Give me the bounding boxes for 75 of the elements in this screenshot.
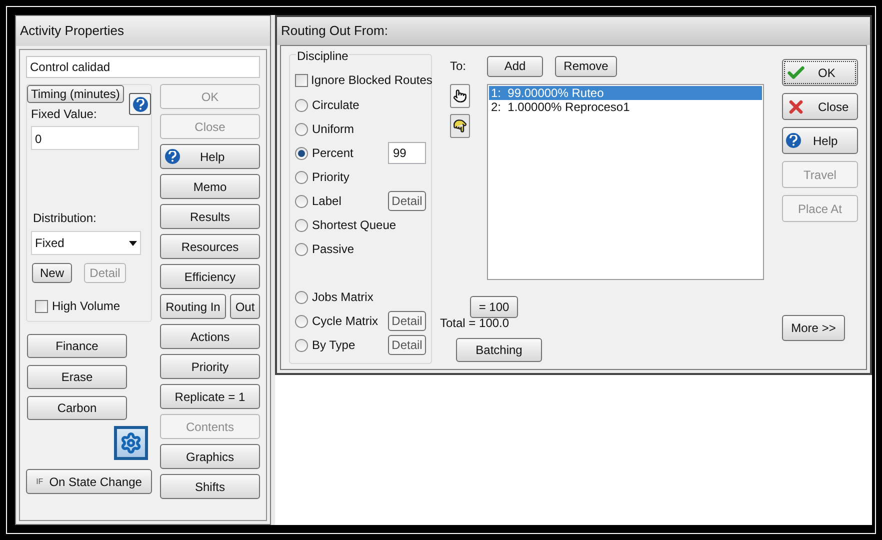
add-button[interactable]: Add xyxy=(487,56,543,76)
side-button[interactable]: Replicate = 1 xyxy=(160,384,260,409)
radio-button[interactable] xyxy=(295,170,308,184)
new-button[interactable]: New xyxy=(32,263,72,283)
hand-down-button[interactable] xyxy=(450,114,470,138)
more-button[interactable]: More >> xyxy=(782,315,845,341)
side-button[interactable]: Results xyxy=(160,204,260,229)
option-label: Priority xyxy=(312,169,350,186)
dialog-button[interactable]: OK xyxy=(782,59,858,86)
side-button[interactable]: Graphics xyxy=(160,444,260,469)
dialog-button[interactable]: Close xyxy=(782,93,858,120)
radio-button[interactable] xyxy=(295,242,308,256)
help-icon xyxy=(165,149,180,164)
radio-button[interactable] xyxy=(295,146,308,160)
percent-field[interactable]: 99 xyxy=(388,142,426,164)
radio-button[interactable] xyxy=(295,194,308,208)
option-label: Circulate xyxy=(312,97,360,114)
on-state-change-button[interactable]: IF On State Change xyxy=(26,469,152,494)
side-button[interactable]: Resources xyxy=(160,234,260,259)
option-label: By Type xyxy=(312,337,356,354)
window-title: Activity Properties xyxy=(16,16,270,46)
checkbox[interactable] xyxy=(35,300,48,312)
detail-button[interactable]: Detail xyxy=(388,191,426,211)
dropdown-arrow-icon xyxy=(129,240,137,246)
routing-out-button[interactable]: Out xyxy=(230,294,260,319)
routing-in-button[interactable]: Routing In xyxy=(160,294,226,319)
action-button[interactable]: Erase xyxy=(27,365,127,389)
distribution-select[interactable]: Fixed xyxy=(31,231,141,255)
radio-button[interactable] xyxy=(295,338,308,352)
destination-item[interactable]: 2: 1.00000% Reproceso1 xyxy=(489,100,762,114)
action-button[interactable]: Finance xyxy=(27,334,127,358)
detail-button[interactable]: Detail xyxy=(388,335,426,355)
help-button[interactable]: Help xyxy=(160,144,260,169)
side-button[interactable]: Actions xyxy=(160,324,260,349)
checkbox[interactable] xyxy=(295,74,308,86)
option-label: Passive xyxy=(312,241,356,258)
radio-button[interactable] xyxy=(295,218,308,232)
destination-item[interactable]: 1: 99.00000% Ruteo xyxy=(489,86,762,100)
hand-up-button[interactable] xyxy=(450,84,470,108)
remove-button[interactable]: Remove xyxy=(555,56,617,76)
timing-button[interactable]: Timing (minutes) xyxy=(27,85,124,103)
option-label: Percent xyxy=(312,145,354,162)
radio-button[interactable] xyxy=(295,290,308,304)
high-volume-label: High Volume xyxy=(52,298,120,315)
hand-pointer-icon xyxy=(453,119,467,133)
activity-name-field[interactable]: Control calidad xyxy=(26,56,260,78)
dialog-button[interactable]: Help xyxy=(782,127,858,154)
equals-100-button[interactable]: = 100 xyxy=(470,296,518,318)
dialog-title: Routing Out From: xyxy=(277,17,870,45)
batching-button[interactable]: Batching xyxy=(456,338,542,362)
side-button[interactable]: Priority xyxy=(160,354,260,379)
help-icon xyxy=(786,133,801,148)
detail-button[interactable]: Detail xyxy=(388,311,426,331)
hand-pointer-icon xyxy=(453,89,467,103)
gear-icon[interactable] xyxy=(114,426,148,460)
radio-button[interactable] xyxy=(295,314,308,328)
radio-button[interactable] xyxy=(295,98,308,112)
option-label: Uniform xyxy=(312,121,356,138)
fixed-value-label: Fixed Value: xyxy=(31,106,98,123)
option-label: Jobs Matrix xyxy=(312,289,374,306)
option-label: Shortest Queue xyxy=(312,217,396,234)
fixed-value-field[interactable]: 0 xyxy=(31,126,139,150)
option-label: Label xyxy=(312,193,342,210)
help-icon xyxy=(132,96,148,112)
action-button[interactable]: Carbon xyxy=(27,396,127,420)
side-button[interactable]: Efficiency xyxy=(160,264,260,289)
ignore-blocked-label: Ignore Blocked Routes xyxy=(311,72,432,89)
to-label: To: xyxy=(450,58,468,75)
side-button[interactable]: Memo xyxy=(160,174,260,199)
side-button[interactable]: Shifts xyxy=(160,474,260,499)
timing-help-button[interactable] xyxy=(129,93,151,115)
total-label: Total = 100.0 xyxy=(440,315,510,332)
radio-button[interactable] xyxy=(295,122,308,136)
distribution-label: Distribution: xyxy=(33,210,98,227)
option-label: Cycle Matrix xyxy=(312,313,380,330)
